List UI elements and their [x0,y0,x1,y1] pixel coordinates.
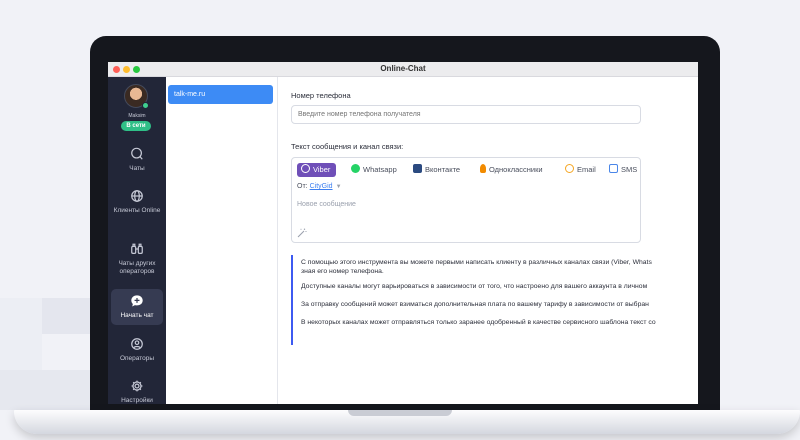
user-name: Maksim [128,113,146,119]
info-text: За отправку сообщений может взиматься до… [301,301,649,308]
info-text: В некоторых каналах может отправляться т… [301,319,656,326]
gear-icon [131,380,143,392]
channel-tab-whatsapp[interactable]: Whatsapp [351,163,397,177]
channel-tab-odnoklassniki[interactable]: Одноклассники [480,163,543,177]
vk-icon [413,164,422,173]
odnoklassniki-icon [480,164,486,173]
sidebar-item-clients-online[interactable]: Клиенты Online [111,189,163,215]
laptop-notch [348,410,452,416]
sender-row: От: CityGid ▼ [297,183,342,190]
sidebar-item-label: Клиенты Online [113,207,161,214]
site-list: talk-me.ru [166,77,278,404]
user-circle-icon [131,338,143,350]
phone-label: Номер телефона [291,91,351,100]
whatsapp-icon [351,164,360,173]
info-text: Доступные каналы могут варьироваться в з… [301,283,648,290]
message-input[interactable]: Новое сообщение [297,201,356,208]
message-box: Viber Whatsapp Вконтакте Одноклассники E… [291,157,641,243]
sender-label: От: [297,183,308,190]
sidebar-item-start-chat[interactable]: Начать чат [111,289,163,325]
background-square [42,298,90,334]
channel-tab-sms[interactable]: SMS [609,163,637,177]
chevron-down-icon[interactable]: ▼ [336,184,342,190]
globe-icon [131,190,143,202]
sidebar-rail: Maksim В сети Чаты Клиенты Online Чаты д… [108,77,166,404]
sidebar-item-chats[interactable]: Чаты [111,147,163,173]
sidebar-item-label: Чаты [129,165,145,172]
new-chat-icon [131,295,143,307]
viber-icon [301,164,310,173]
list-item-talk-me[interactable]: talk-me.ru [168,85,273,104]
email-at-icon [565,164,574,173]
online-status-dot [142,102,149,109]
channel-tab-email[interactable]: Email [565,163,596,177]
channel-tab-viber[interactable]: Viber [297,163,337,177]
phone-input[interactable] [291,105,641,124]
sidebar-item-label: Настройки [121,397,153,404]
channel-tab-vk[interactable]: Вконтакте [413,163,460,177]
sidebar-item-other-operators-chats[interactable]: Чаты других операторов [111,242,163,276]
sidebar-item-label: Чаты других операторов [118,260,156,275]
message-label: Текст сообщения и канал связи: [291,142,404,151]
info-text: зная его номер телефона. [301,268,384,275]
window-title: Online-Chat [380,64,426,73]
title-bar: Online-Chat [108,62,698,77]
background-square [0,298,42,370]
info-text: С помощью этого инструмента вы можете пе… [301,259,652,266]
sidebar-item-label: Операторы [119,355,155,362]
sms-icon [609,164,618,173]
sidebar-item-label: Начать чат [120,312,154,319]
background-square [0,370,90,410]
app-window: Online-Chat Maksim В сети Чаты Клиенты O… [108,62,698,404]
start-chat-form: Номер телефона Текст сообщения и канал с… [278,77,698,404]
sidebar-item-operators[interactable]: Операторы [111,337,163,363]
info-notice: С помощью этого инструмента вы можете пе… [291,255,698,345]
status-badge[interactable]: В сети [121,121,151,131]
sidebar-item-settings[interactable]: Настройки [111,379,163,404]
binoculars-icon [131,243,143,254]
chat-bubble-icon [131,147,143,160]
magic-wand-icon[interactable] [297,228,307,238]
sender-select[interactable]: CityGid [310,183,333,190]
